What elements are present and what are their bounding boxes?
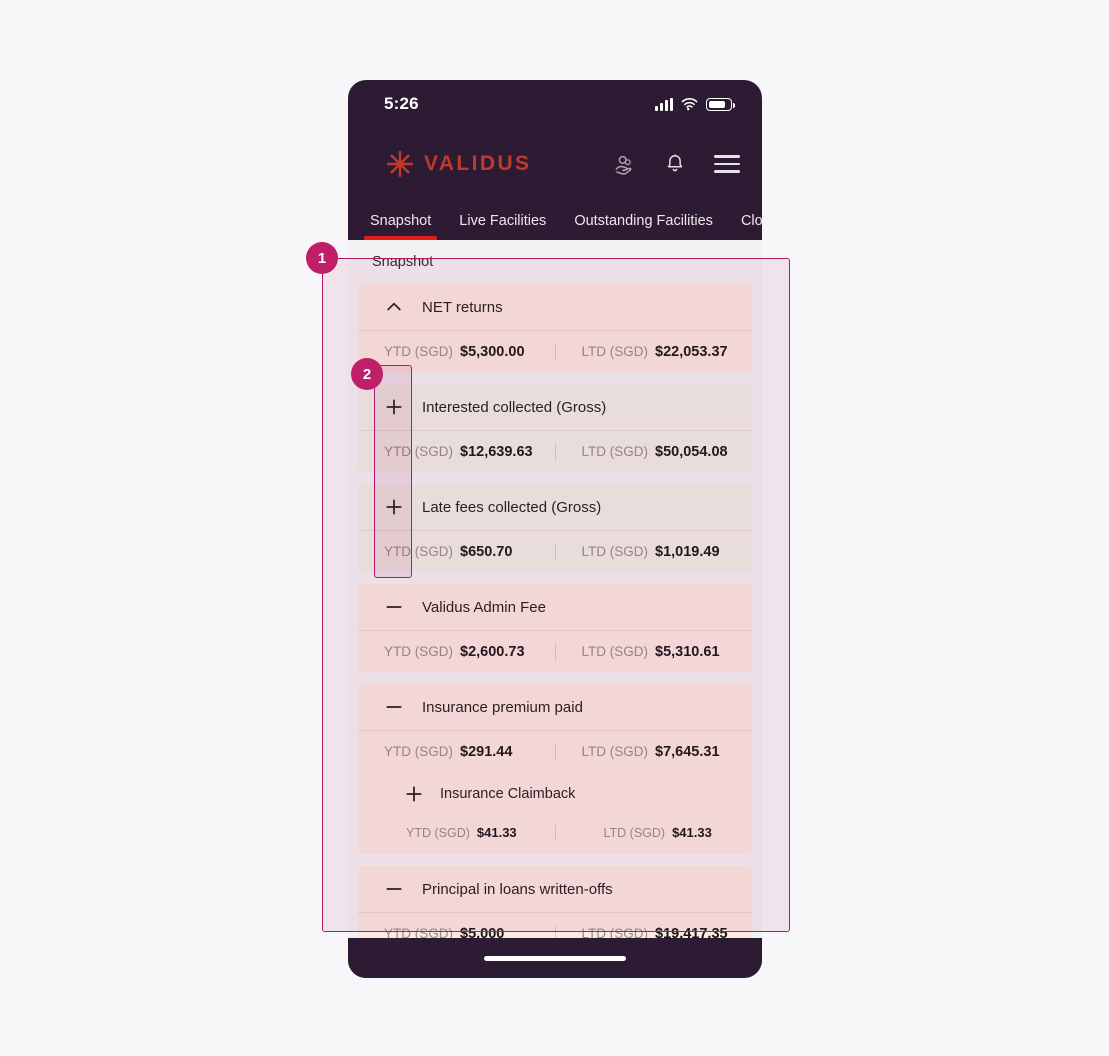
validus-asterisk-logo — [386, 150, 414, 178]
notification-bell-icon[interactable] — [664, 153, 686, 175]
card-header-net-returns[interactable]: NET returns — [358, 284, 752, 330]
value-ytd: YTD (SGD) $2,600.73 — [358, 644, 555, 660]
minus-icon[interactable] — [384, 697, 404, 717]
card-values: YTD (SGD) $650.70 LTD (SGD) $1,019.49 — [358, 530, 752, 572]
minus-icon[interactable] — [384, 597, 404, 617]
plus-icon[interactable] — [384, 497, 404, 517]
wifi-icon — [681, 98, 698, 111]
hamburger-menu-icon[interactable] — [714, 155, 740, 173]
value-ltd: LTD (SGD) $5,310.61 — [554, 643, 753, 660]
value-ltd: LTD (SGD) $1,019.49 — [554, 543, 753, 560]
card-late-fees-collected: Late fees collected (Gross) YTD (SGD) $6… — [358, 484, 752, 572]
status-bar-icons — [655, 97, 735, 111]
value-label: LTD (SGD) — [581, 643, 649, 659]
value-label: YTD (SGD) — [384, 743, 453, 759]
value-label: YTD (SGD) — [384, 643, 453, 659]
value-amount: $7,645.31 — [655, 743, 720, 760]
card-title: Insurance premium paid — [422, 698, 583, 716]
card-values: YTD (SGD) $12,639.63 LTD (SGD) $50,054.0… — [358, 430, 752, 472]
value-amount: $41.33 — [476, 824, 517, 840]
card-title: Interested collected (Gross) — [422, 398, 607, 416]
value-ytd: YTD (SGD) $291.44 — [358, 744, 555, 760]
tab-close-facilities[interactable]: Close Facilities — [727, 213, 762, 240]
value-label: YTD (SGD) — [384, 343, 453, 359]
card-header-interest-collected[interactable]: Interested collected (Gross) — [358, 384, 752, 430]
annotation-badge-1: 1 — [306, 242, 338, 274]
value-amount: $2,600.73 — [460, 643, 525, 660]
card-values: YTD (SGD) $2,600.73 LTD (SGD) $5,310.61 — [358, 630, 752, 672]
card-values: YTD (SGD) $291.44 LTD (SGD) $7,645.31 — [358, 730, 752, 772]
card-title: Principal in loans written-offs — [422, 880, 613, 898]
app-header-actions — [614, 153, 740, 175]
value-amount: $50,054.08 — [655, 443, 728, 460]
deposit-hand-coins-icon[interactable] — [614, 153, 636, 175]
snapshot-content: Snapshot NET returns YTD (SGD) $5,300.00 — [348, 240, 762, 940]
subcard-values: YTD (SGD) $41.33 LTD (SGD) $41.33 — [358, 816, 752, 854]
value-label: LTD (SGD) — [603, 825, 666, 840]
plus-icon[interactable] — [384, 397, 404, 417]
bottom-bar — [348, 938, 762, 978]
value-label: LTD (SGD) — [581, 743, 649, 759]
annotation-badge-2: 2 — [351, 358, 383, 390]
value-label: YTD (SGD) — [384, 543, 453, 559]
value-amount: $650.70 — [460, 543, 513, 560]
snapshot-card-list: NET returns YTD (SGD) $5,300.00 LTD (SGD… — [358, 284, 752, 940]
value-ltd: LTD (SGD) $22,053.37 — [554, 343, 753, 360]
card-header-late-fees-collected[interactable]: Late fees collected (Gross) — [358, 484, 752, 530]
value-label: LTD (SGD) — [581, 543, 649, 559]
value-amount: $1,019.49 — [655, 543, 720, 560]
value-ltd: LTD (SGD) $41.33 — [554, 824, 753, 840]
value-amount: $5,300.00 — [460, 343, 525, 360]
card-header-validus-admin-fee[interactable]: Validus Admin Fee — [358, 584, 752, 630]
value-label: YTD (SGD) — [384, 443, 453, 459]
minus-icon[interactable] — [384, 879, 404, 899]
value-ytd: YTD (SGD) $12,639.63 — [358, 444, 555, 460]
value-ytd: YTD (SGD) $650.70 — [358, 544, 555, 560]
card-net-returns: NET returns YTD (SGD) $5,300.00 LTD (SGD… — [358, 284, 752, 372]
value-amount: $5,310.61 — [655, 643, 720, 660]
tab-outstanding-facilities[interactable]: Outstanding Facilities — [560, 213, 727, 240]
page-title: Snapshot — [372, 254, 434, 270]
card-validus-admin-fee: Validus Admin Fee YTD (SGD) $2,600.73 LT… — [358, 584, 752, 672]
value-label: LTD (SGD) — [581, 343, 649, 359]
value-amount: $12,639.63 — [460, 443, 533, 460]
subcard-title: Insurance Claimback — [440, 786, 576, 802]
brand-logo[interactable]: VALIDUS — [386, 150, 531, 178]
value-label: YTD (SGD) — [406, 825, 470, 840]
tab-live-facilities[interactable]: Live Facilities — [445, 213, 560, 240]
subcard-header-insurance-claimback[interactable]: Insurance Claimback — [358, 772, 752, 816]
value-amount: $22,053.37 — [655, 343, 728, 360]
value-amount: $41.33 — [672, 824, 712, 840]
status-bar-clock: 5:26 — [384, 94, 419, 113]
app-header: VALIDUS — [348, 128, 762, 200]
value-ytd: YTD (SGD) $5,300.00 — [358, 344, 555, 360]
value-ltd: LTD (SGD) $50,054.08 — [554, 443, 753, 460]
battery-icon — [706, 98, 735, 111]
plus-icon[interactable] — [404, 784, 424, 804]
card-principal-loans-written-offs: Principal in loans written-offs YTD (SGD… — [358, 866, 752, 940]
card-header-insurance-premium-paid[interactable]: Insurance premium paid — [358, 684, 752, 730]
card-title: Late fees collected (Gross) — [422, 498, 602, 516]
card-values: YTD (SGD) $5,000 LTD (SGD) $19,417.35 — [358, 912, 752, 940]
card-insurance-premium-paid: Insurance premium paid YTD (SGD) $291.44… — [358, 684, 752, 854]
chevron-up-icon[interactable] — [384, 297, 404, 317]
status-bar: 5:26 — [348, 80, 762, 128]
tab-snapshot[interactable]: Snapshot — [356, 213, 445, 240]
brand-name: VALIDUS — [424, 152, 532, 175]
value-amount: $291.44 — [460, 743, 513, 760]
phone-frame: 5:26 VALIDUS Snapshot Live Facilities Ou… — [348, 80, 762, 978]
value-ltd: LTD (SGD) $7,645.31 — [554, 743, 753, 760]
card-header-principal-loans-written-offs[interactable]: Principal in loans written-offs — [358, 866, 752, 912]
value-ytd: YTD (SGD) $41.33 — [358, 825, 555, 840]
card-values: YTD (SGD) $5,300.00 LTD (SGD) $22,053.37 — [358, 330, 752, 372]
card-title: Validus Admin Fee — [422, 598, 546, 616]
home-indicator[interactable] — [484, 955, 626, 961]
value-label: LTD (SGD) — [581, 443, 649, 459]
card-interest-collected: Interested collected (Gross) YTD (SGD) $… — [358, 384, 752, 472]
card-title: NET returns — [422, 298, 503, 316]
tab-bar: Snapshot Live Facilities Outstanding Fac… — [348, 200, 762, 240]
cellular-signal-icon — [655, 98, 673, 111]
